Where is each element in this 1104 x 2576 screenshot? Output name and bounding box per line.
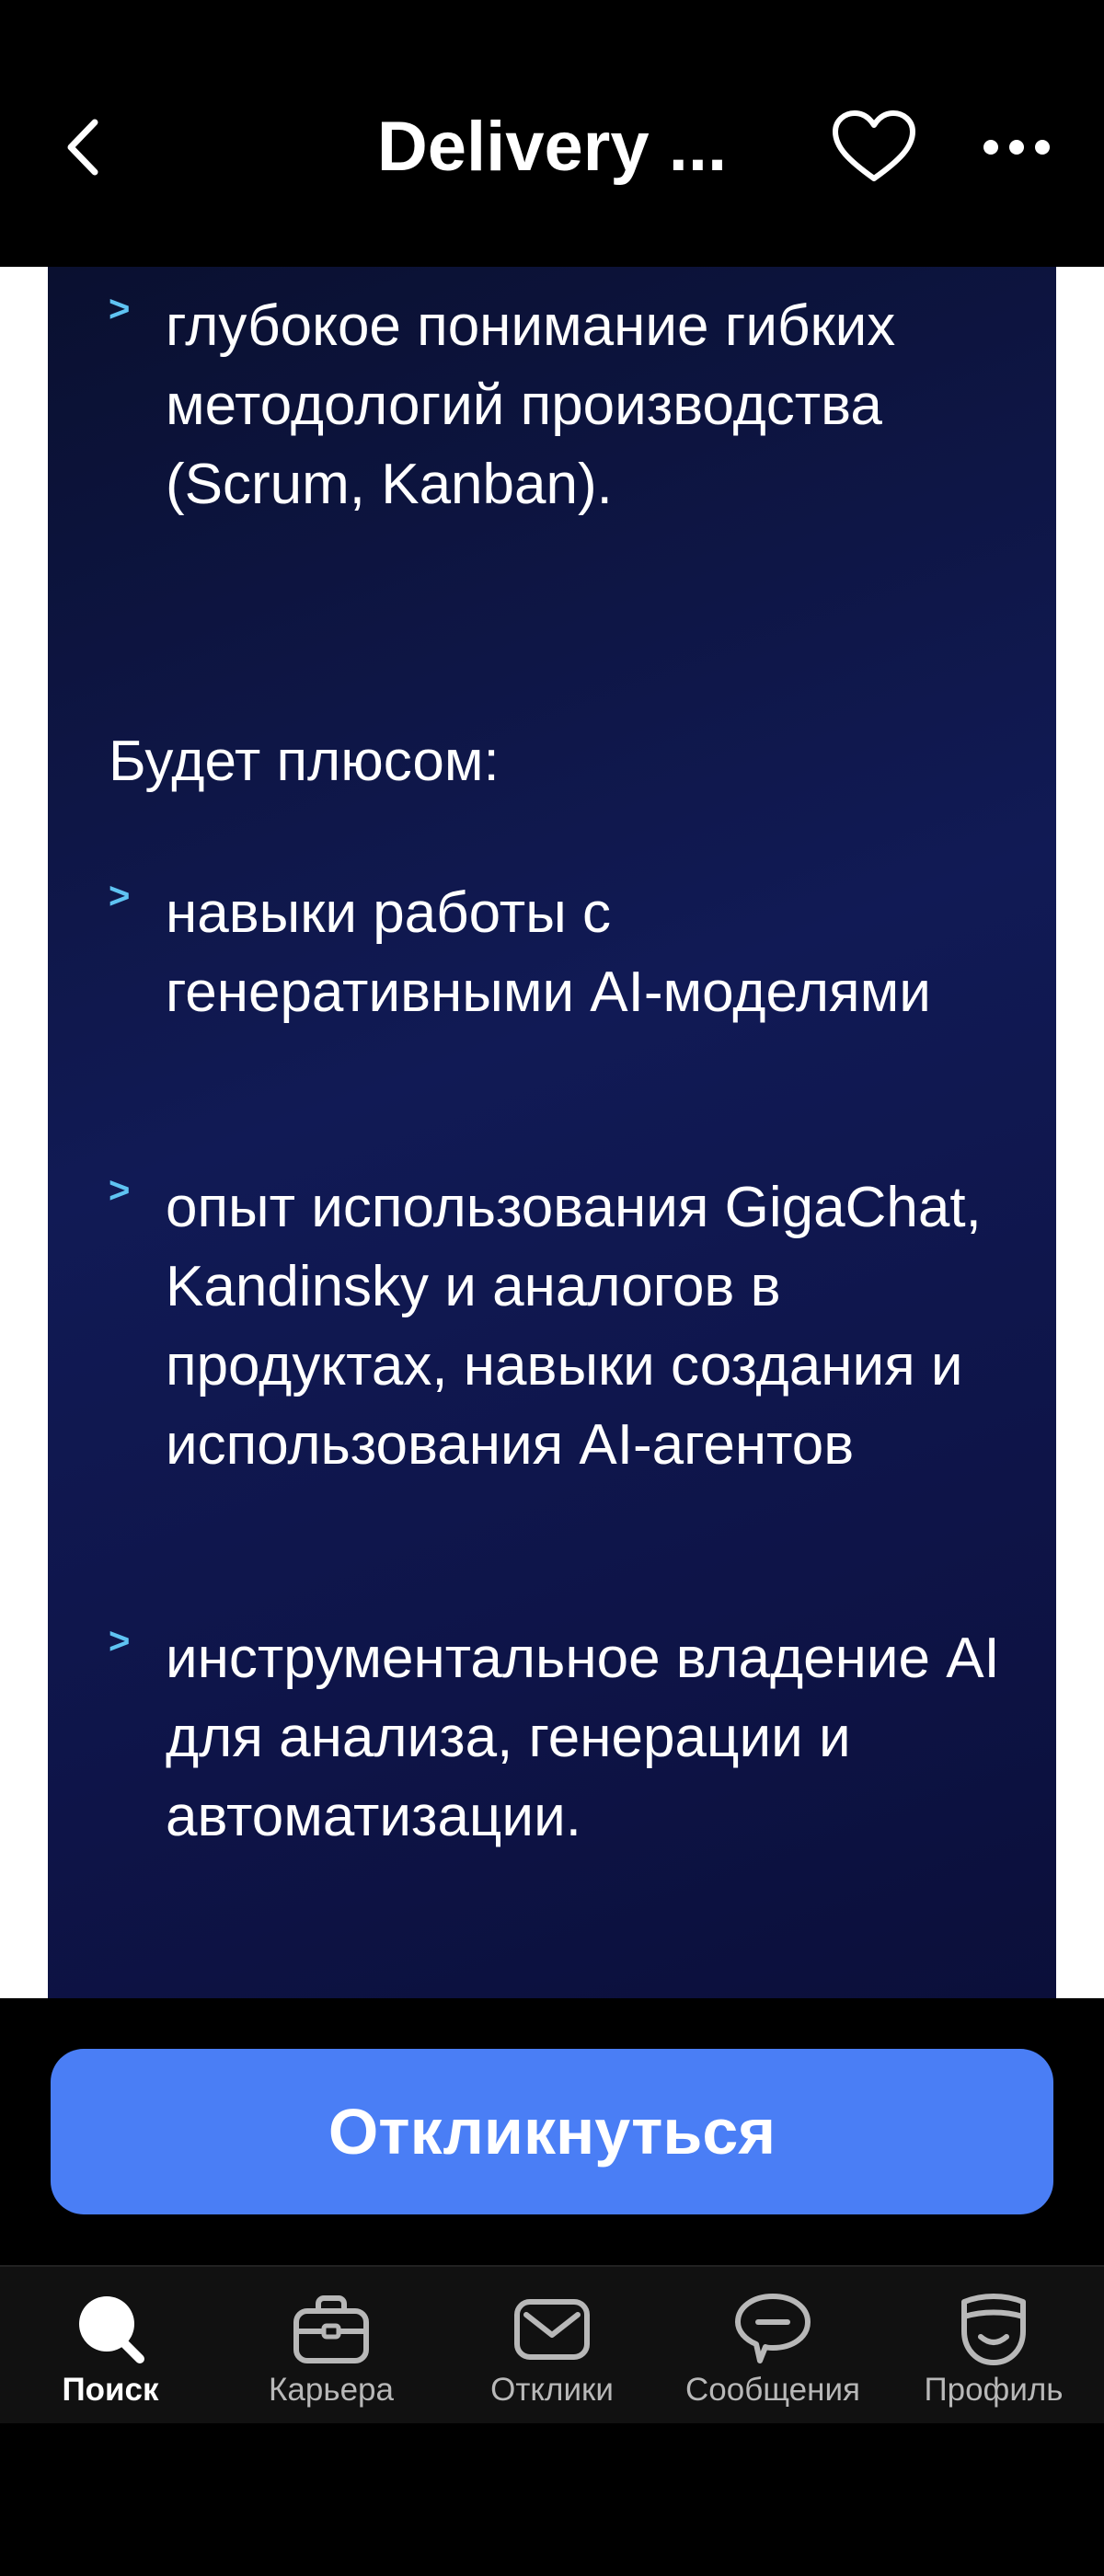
nav-label: Отклики <box>490 2372 614 2408</box>
search-icon <box>79 2296 144 2363</box>
nav-item-profile[interactable]: Профиль <box>883 2267 1104 2425</box>
envelope-icon <box>514 2299 590 2360</box>
top-app-bar: Delivery ... <box>0 0 1104 267</box>
briefcase-icon <box>293 2295 369 2363</box>
profile-icon <box>961 2294 1026 2365</box>
nav-label: Сообщения <box>685 2372 860 2408</box>
bullet-chevron: > <box>109 876 131 916</box>
nav-item-responses[interactable]: Отклики <box>442 2267 662 2425</box>
page-title: Delivery ... <box>376 108 728 186</box>
more-options-button[interactable] <box>971 106 1063 189</box>
chat-bubble-icon <box>735 2294 811 2363</box>
system-bottom-area <box>0 2423 1104 2576</box>
cta-area: Откликнуться <box>0 1998 1104 2265</box>
nav-label: Поиск <box>62 2372 159 2408</box>
nav-item-messages[interactable]: Сообщения <box>662 2267 883 2425</box>
favorite-button[interactable] <box>823 106 925 189</box>
bullet-chevron: > <box>109 289 131 329</box>
nav-label: Профиль <box>924 2372 1064 2408</box>
bullet-chevron: > <box>109 1170 131 1211</box>
plus-item-text: навыки работы с генеративными AI-моделям… <box>166 881 931 1024</box>
plus-item-text: инструментальное владение AI для анализа… <box>166 1627 1000 1848</box>
section-heading: Будет плюсом: <box>109 730 500 793</box>
more-dots-icon <box>983 140 1050 155</box>
chevron-left-icon <box>67 119 98 176</box>
heart-icon <box>833 110 915 181</box>
bottom-navigation: Поиск Карьера Отклики Сообщения Профиль <box>0 2265 1104 2425</box>
requirement-text: глубокое понимание гибких методологий пр… <box>166 294 896 516</box>
nav-label: Карьера <box>269 2372 394 2408</box>
bullet-chevron: > <box>109 1621 131 1662</box>
vacancy-content[interactable]: > глубокое понимание гибких методологий … <box>0 267 1104 1998</box>
vacancy-description-card: > глубокое понимание гибких методологий … <box>48 267 1056 1998</box>
respond-button[interactable]: Откликнуться <box>51 2049 1053 2214</box>
nav-item-career[interactable]: Карьера <box>221 2267 442 2425</box>
plus-item-text: опыт использования GigaChat, Kandinsky и… <box>166 1176 982 1477</box>
nav-item-search[interactable]: Поиск <box>0 2267 221 2425</box>
back-button[interactable] <box>46 106 120 189</box>
